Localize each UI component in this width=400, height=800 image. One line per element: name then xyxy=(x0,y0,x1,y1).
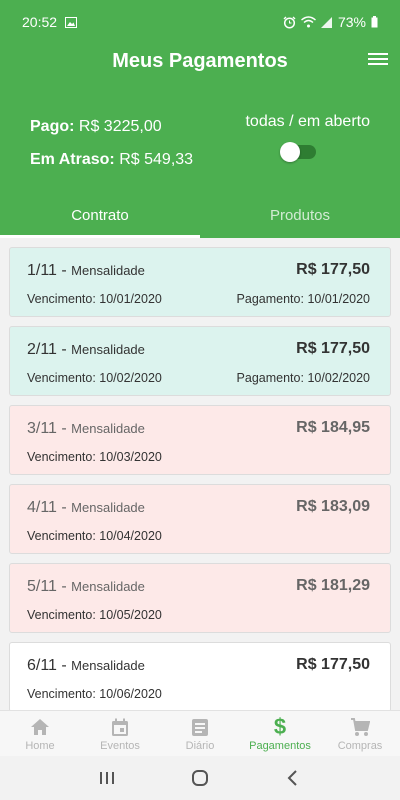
home-circle-icon xyxy=(191,770,208,786)
installment-number: 2/11 - Mensalidade xyxy=(27,341,145,358)
menu-button[interactable] xyxy=(368,50,390,70)
payment-value: R$ 177,50 xyxy=(296,340,370,357)
home-button[interactable] xyxy=(180,763,220,793)
recent-apps-button[interactable] xyxy=(87,763,127,793)
payment-value: R$ 183,09 xyxy=(296,498,370,515)
payment-type: Mensalidade xyxy=(71,263,145,278)
back-arrow-icon xyxy=(287,770,298,786)
payment-value: R$ 177,50 xyxy=(296,261,370,278)
system-navigation-bar xyxy=(0,756,400,800)
home-icon xyxy=(0,716,80,738)
nav-pagamentos[interactable]: $ Pagamentos xyxy=(240,711,320,756)
payment-value: R$ 177,50 xyxy=(296,656,370,673)
due-date: Vencimento: 10/01/2020 xyxy=(27,292,162,306)
installment-number: 5/11 - Mensalidade xyxy=(27,578,145,595)
payment-type: Mensalidade xyxy=(71,500,145,515)
due-date: Vencimento: 10/05/2020 xyxy=(27,608,162,622)
nav-compras[interactable]: Compras xyxy=(320,711,400,756)
recent-apps-icon xyxy=(99,772,114,784)
payments-list[interactable]: 1/11 - Mensalidade R$ 177,50 Vencimento: 1… xyxy=(0,238,400,710)
payment-card[interactable]: 3/11 - Mensalidade R$ 184,95 Vencimento: 1… xyxy=(9,405,391,475)
due-date: Vencimento: 10/02/2020 xyxy=(27,371,162,385)
due-date: Vencimento: 10/04/2020 xyxy=(27,529,162,543)
payment-value: R$ 181,29 xyxy=(296,577,370,594)
nav-diario[interactable]: Diário xyxy=(160,711,240,756)
installment-number: 6/11 - Mensalidade xyxy=(27,657,145,674)
installment-number: 4/11 - Mensalidade xyxy=(27,499,145,516)
due-date: Vencimento: 10/06/2020 xyxy=(27,687,162,701)
bottom-navigation: Home Eventos Diário $ Pagamentos Compras xyxy=(0,710,400,756)
status-bar: 20:52 73% xyxy=(0,0,400,44)
paid-total: Pago: R$ 3225,00 xyxy=(30,118,162,135)
payment-summary: Pago: R$ 3225,00 Em Atraso: R$ 549,33 xyxy=(30,110,193,176)
page-title: Meus Pagamentos xyxy=(112,50,288,72)
filter-label: todas / em aberto xyxy=(245,113,370,130)
payment-date: Pagamento: 10/02/2020 xyxy=(236,371,370,385)
dollar-icon: $ xyxy=(273,714,287,739)
payment-card[interactable]: 5/11 - Mensalidade R$ 181,29 Vencimento: 1… xyxy=(9,563,391,633)
tab-bar: Contrato Produtos xyxy=(0,196,400,238)
due-date: Vencimento: 10/03/2020 xyxy=(27,450,162,464)
payment-date: Pagamento: 10/01/2020 xyxy=(236,292,370,306)
cart-icon xyxy=(320,716,400,738)
tab-contrato[interactable]: Contrato xyxy=(0,196,200,238)
tab-produtos[interactable]: Produtos xyxy=(200,196,400,238)
payment-card[interactable]: 6/11 - Mensalidade R$ 177,50 Vencimento: 1… xyxy=(9,642,391,710)
hamburger-icon xyxy=(368,53,388,55)
nav-home[interactable]: Home xyxy=(0,711,80,756)
payment-type: Mensalidade xyxy=(71,658,145,673)
image-notification-icon xyxy=(65,16,78,28)
wifi-icon xyxy=(301,16,316,28)
status-time: 20:52 xyxy=(22,14,58,30)
payment-type: Mensalidade xyxy=(71,421,145,436)
calendar-icon xyxy=(80,716,160,738)
alarm-icon xyxy=(283,16,296,29)
signal-icon xyxy=(320,16,333,28)
payment-type: Mensalidade xyxy=(71,342,145,357)
back-button[interactable] xyxy=(273,763,313,793)
toggle-knob xyxy=(280,142,300,162)
notebook-icon xyxy=(160,716,240,738)
payment-card[interactable]: 1/11 - Mensalidade R$ 177,50 Vencimento: 1… xyxy=(9,247,391,317)
app-header: 20:52 73% Meus Pagamentos Pago: R$ 3225,… xyxy=(0,0,400,238)
installment-number: 1/11 - Mensalidade xyxy=(27,262,145,279)
installment-number: 3/11 - Mensalidade xyxy=(27,420,145,437)
payment-type: Mensalidade xyxy=(71,579,145,594)
payment-card[interactable]: 2/11 - Mensalidade R$ 177,50 Vencimento: 1… xyxy=(9,326,391,396)
battery-percent: 73% xyxy=(337,14,366,30)
payment-card[interactable]: 4/11 - Mensalidade R$ 183,09 Vencimento: 1… xyxy=(9,484,391,554)
nav-eventos[interactable]: Eventos xyxy=(80,711,160,756)
late-total: Em Atraso: R$ 549,33 xyxy=(30,151,194,168)
open-only-toggle[interactable] xyxy=(280,142,316,162)
payment-value: R$ 184,95 xyxy=(296,419,370,436)
battery-icon xyxy=(371,16,378,28)
